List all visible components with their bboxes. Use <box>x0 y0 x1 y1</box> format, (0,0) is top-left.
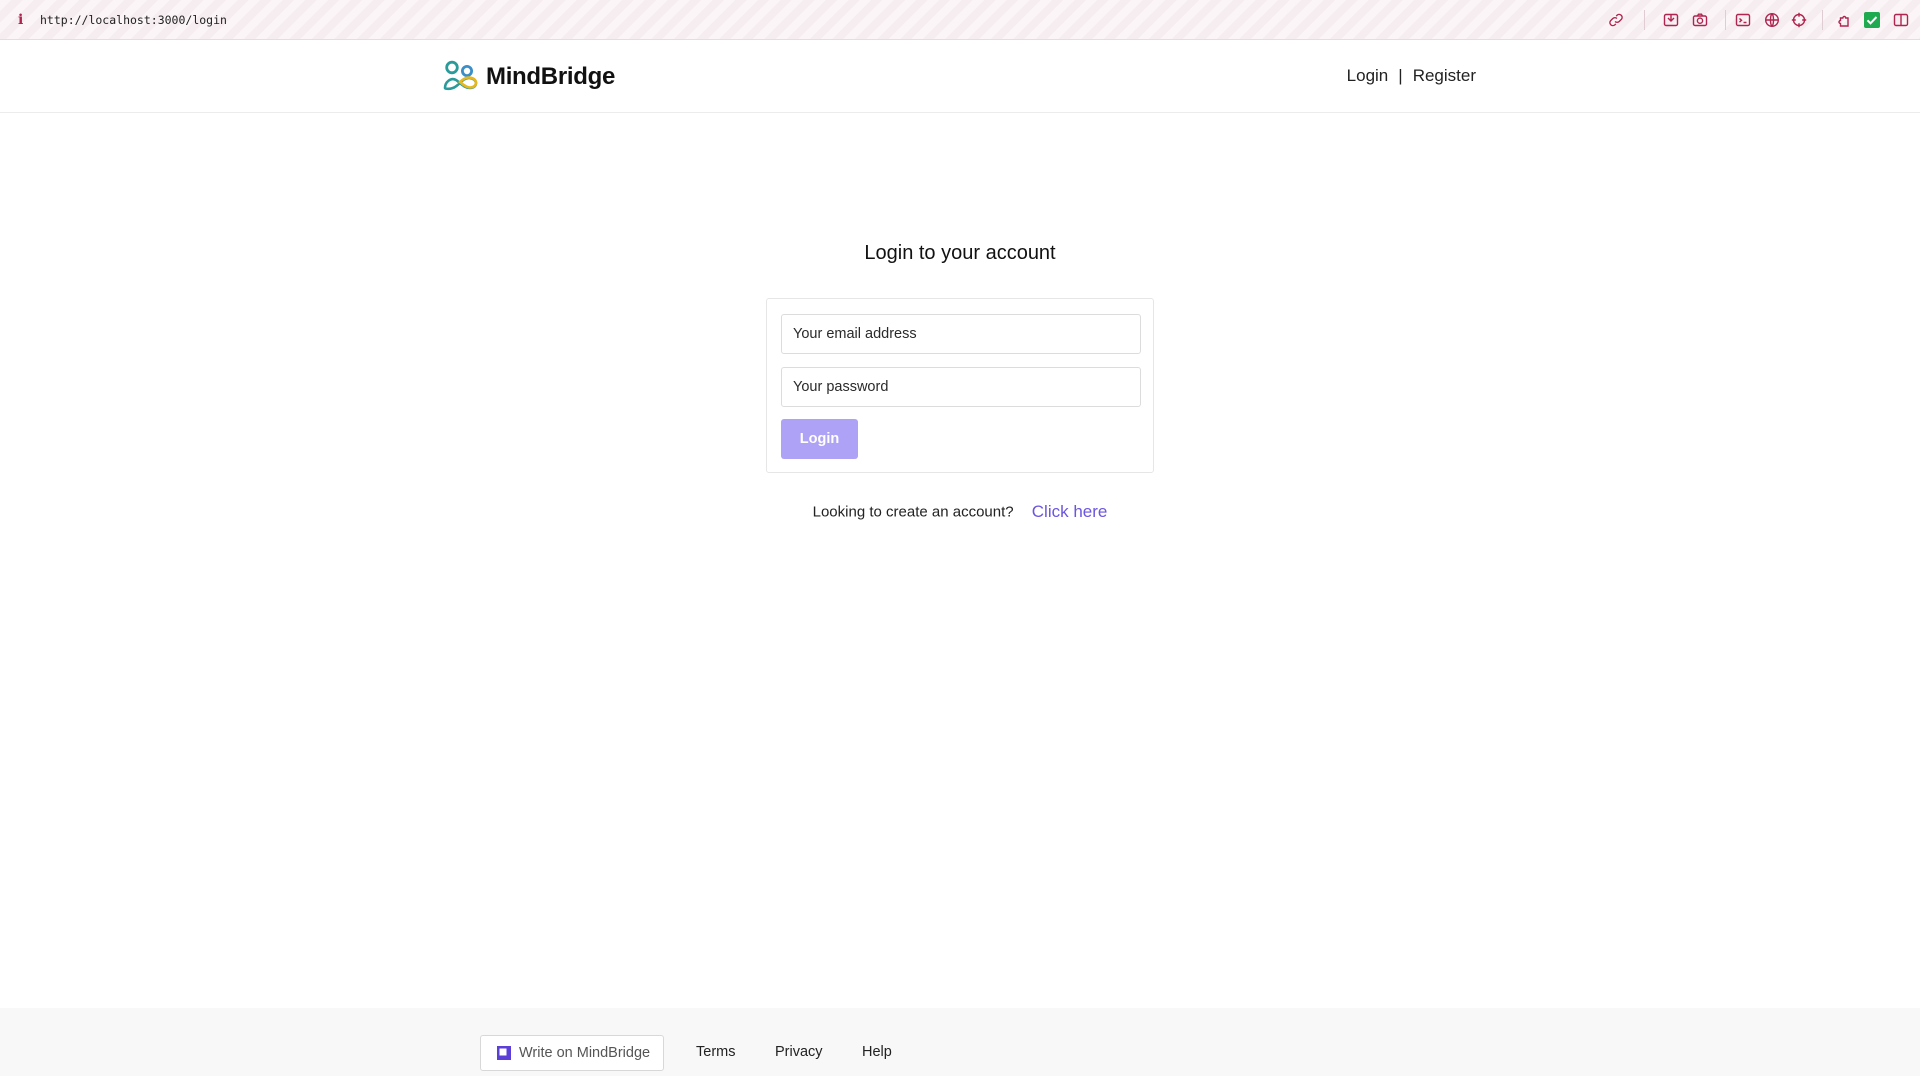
toolbar-divider <box>1822 10 1823 30</box>
write-icon <box>497 1046 511 1060</box>
info-icon[interactable]: i <box>18 12 26 28</box>
password-input[interactable] <box>781 367 1141 407</box>
footer-privacy-link[interactable]: Privacy <box>775 1044 823 1060</box>
brand-logo-icon <box>443 60 478 91</box>
site-footer: Write on MindBridge Terms Privacy Help <box>0 1008 1920 1076</box>
split-view-icon[interactable] <box>1893 12 1909 28</box>
camera-icon[interactable] <box>1692 12 1708 28</box>
brand-logo[interactable]: MindBridge <box>442 60 615 94</box>
site-header: MindBridge Login | Register <box>0 40 1920 113</box>
nav-register-link[interactable]: Register <box>1413 66 1476 86</box>
nav-login-link[interactable]: Login <box>1347 66 1389 86</box>
footer-help-link[interactable]: Help <box>862 1044 892 1060</box>
create-account-prompt: Looking to create an account? <box>812 503 1014 521</box>
link-icon[interactable] <box>1608 12 1624 28</box>
write-on-button[interactable]: Write on MindBridge <box>480 1035 664 1071</box>
footer-terms-link[interactable]: Terms <box>696 1044 735 1060</box>
globe-icon[interactable] <box>1764 12 1780 28</box>
check-icon[interactable] <box>1864 12 1880 28</box>
browser-toolbar: i http://localhost:3000/login <box>0 0 1920 40</box>
write-on-label: Write on MindBridge <box>519 1045 651 1061</box>
terminal-icon[interactable] <box>1735 12 1751 28</box>
email-input[interactable] <box>781 314 1141 354</box>
page-title: Login to your account <box>864 242 1056 264</box>
brand-name: MindBridge <box>486 63 615 90</box>
crosshair-icon[interactable] <box>1791 12 1807 28</box>
toolbar-divider <box>1644 10 1645 30</box>
puzzle-icon[interactable] <box>1835 12 1851 28</box>
toolbar-divider <box>1725 10 1726 30</box>
header-nav: Login | Register <box>1347 66 1476 86</box>
create-account-link[interactable]: Click here <box>1032 502 1108 521</box>
login-form: Login <box>766 298 1154 473</box>
create-account-row: Looking to create an account? Click here <box>0 502 1920 522</box>
url-bar[interactable]: http://localhost:3000/login <box>40 12 227 28</box>
inbox-icon[interactable] <box>1663 12 1679 28</box>
login-button[interactable]: Login <box>781 419 858 459</box>
nav-separator: | <box>1398 66 1403 85</box>
